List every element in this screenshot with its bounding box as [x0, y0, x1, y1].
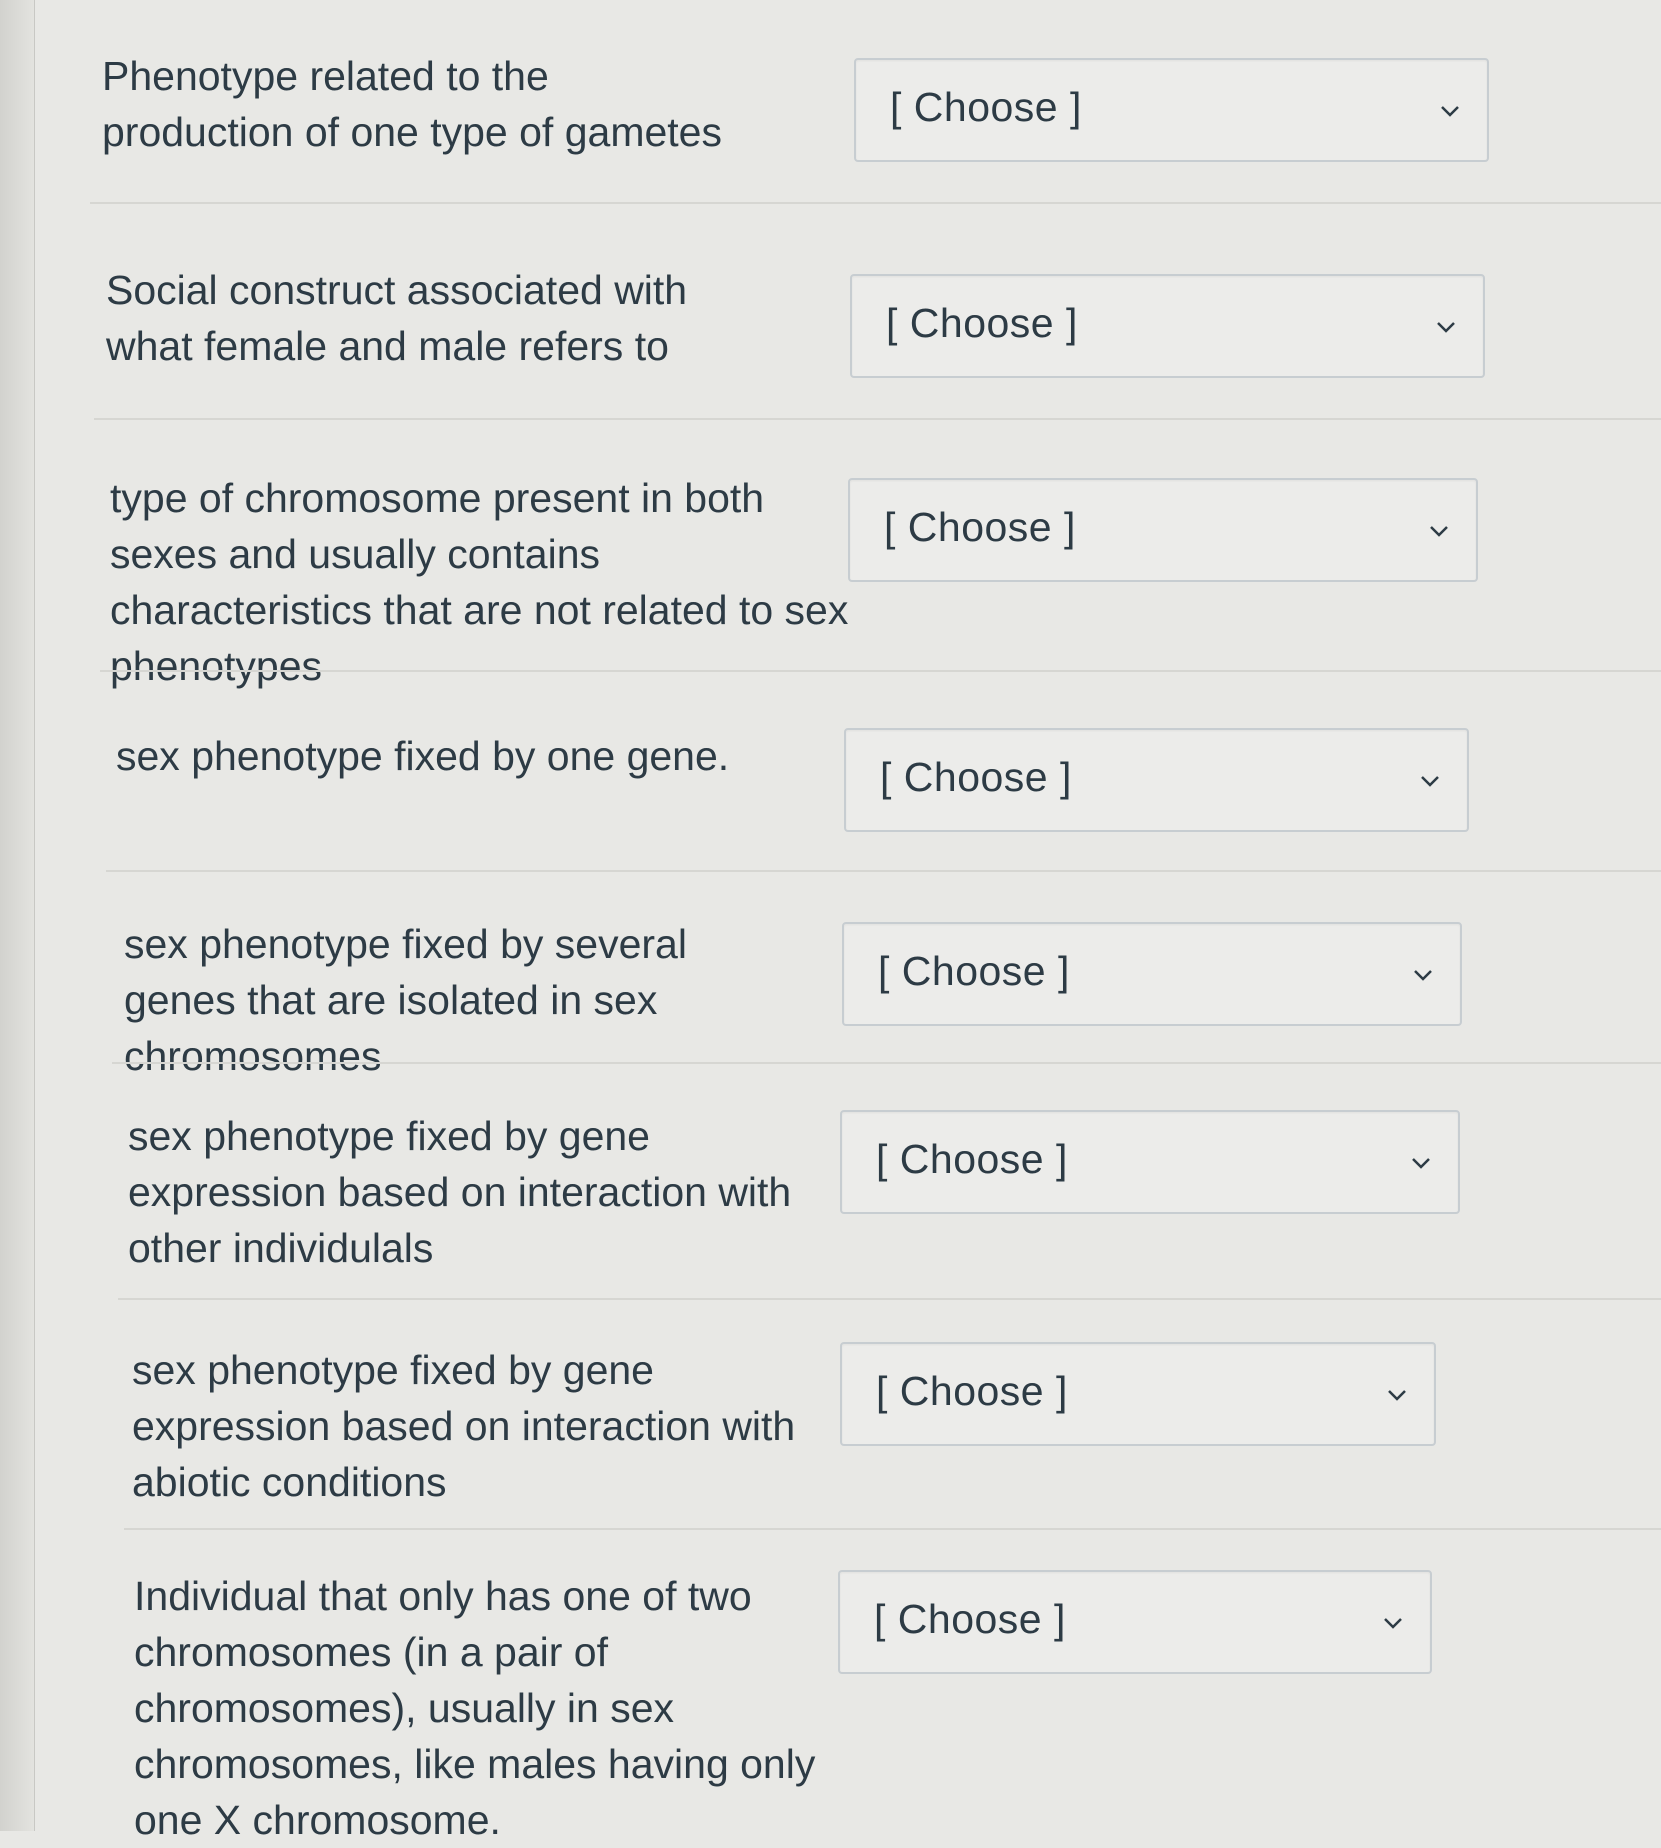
matching-question-list: Phenotype related to the production of o…	[34, 0, 1661, 1843]
question-prompt: sex phenotype fixed by several genes tha…	[124, 921, 687, 1079]
row-divider	[118, 1298, 1661, 1300]
page-left-edge	[0, 0, 35, 1831]
dropdown-value: [ Choose ]	[878, 948, 1070, 994]
dropdown-value: [ Choose ]	[884, 504, 1076, 550]
question-prompt: Social construct associated with what fe…	[106, 267, 688, 369]
answer-dropdown[interactable]: [ Choose ]	[838, 1570, 1432, 1674]
chevron-down-icon	[1412, 1158, 1430, 1169]
question-prompt: type of chromosome present in both sexes…	[110, 475, 849, 689]
row-divider	[112, 1062, 1661, 1064]
dropdown-value: [ Choose ]	[880, 754, 1072, 800]
chevron-down-icon	[1437, 322, 1455, 333]
chevron-down-icon	[1414, 970, 1432, 981]
question-prompt: Individual that only has one of two chro…	[134, 1573, 816, 1843]
chevron-down-icon	[1421, 776, 1439, 787]
answer-dropdown[interactable]: [ Choose ]	[850, 274, 1485, 378]
dropdown-value: [ Choose ]	[890, 84, 1082, 130]
row-divider	[94, 418, 1661, 420]
chevron-down-icon	[1388, 1390, 1406, 1401]
chevron-down-icon	[1430, 526, 1448, 537]
answer-dropdown[interactable]: [ Choose ]	[854, 58, 1489, 162]
answer-dropdown[interactable]: [ Choose ]	[840, 1110, 1460, 1214]
answer-dropdown[interactable]: [ Choose ]	[842, 922, 1462, 1026]
question-prompt: Phenotype related to the production of o…	[102, 53, 722, 155]
question-prompt: sex phenotype fixed by gene expression b…	[132, 1347, 796, 1505]
question-prompt: sex phenotype fixed by one gene.	[116, 733, 730, 779]
answer-dropdown[interactable]: [ Choose ]	[844, 728, 1469, 832]
dropdown-value: [ Choose ]	[886, 300, 1078, 346]
question-prompt: sex phenotype fixed by gene expression b…	[128, 1113, 792, 1271]
chevron-down-icon	[1384, 1618, 1402, 1629]
dropdown-value: [ Choose ]	[876, 1136, 1068, 1182]
dropdown-value: [ Choose ]	[876, 1368, 1068, 1414]
row-divider	[106, 870, 1661, 872]
answer-dropdown[interactable]: [ Choose ]	[840, 1342, 1436, 1446]
row-divider	[100, 670, 1661, 672]
row-divider	[90, 202, 1661, 204]
row-divider	[124, 1528, 1661, 1530]
dropdown-value: [ Choose ]	[874, 1596, 1066, 1642]
chevron-down-icon	[1441, 106, 1459, 117]
answer-dropdown[interactable]: [ Choose ]	[848, 478, 1478, 582]
